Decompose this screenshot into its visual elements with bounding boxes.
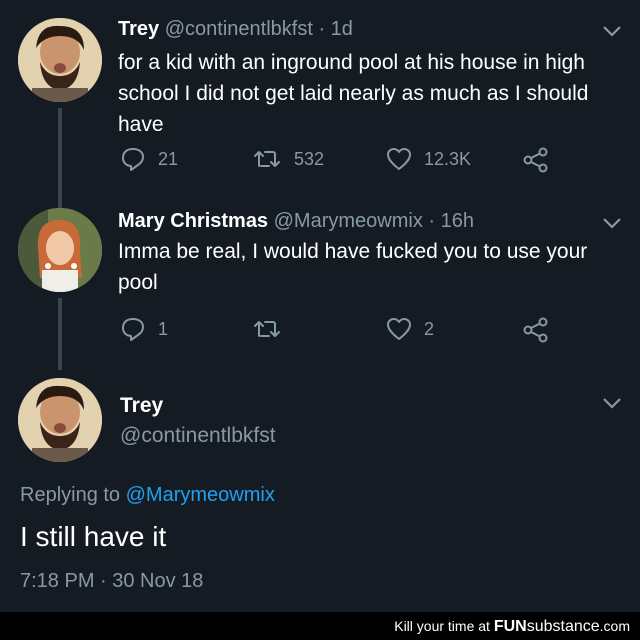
watermark-prefix: Kill your time at bbox=[394, 618, 490, 634]
heart-icon bbox=[387, 148, 411, 170]
reply-icon bbox=[122, 148, 144, 171]
watermark-brand-com: .com bbox=[599, 618, 630, 634]
tweet-timestamp[interactable]: 7:18 PM · 30 Nov 18 bbox=[20, 570, 203, 593]
replying-to: Replying to @Marymeowmix bbox=[20, 484, 275, 507]
tweet-text: for a kid with an inground pool at his h… bbox=[118, 51, 589, 136]
watermark-brand-substance: substance bbox=[526, 618, 600, 635]
tweet1-header: Trey @continentlbkfst · 1d bbox=[118, 16, 353, 42]
watermark-brand-fun: FUN bbox=[493, 618, 527, 635]
replying-prefix: Replying to bbox=[20, 484, 121, 506]
like-count: 2 bbox=[424, 318, 435, 339]
thread-line bbox=[58, 108, 62, 208]
avatar-trey-image bbox=[18, 18, 102, 102]
replying-to-link[interactable]: @Marymeowmix bbox=[126, 484, 275, 506]
thread-line bbox=[58, 298, 62, 370]
retweet-icon bbox=[254, 151, 280, 167]
like-button[interactable]: 12.3K bbox=[386, 146, 471, 172]
chevron-down-icon[interactable] bbox=[602, 24, 622, 42]
watermark-bar: Kill your time at FUNsubstance.com bbox=[0, 612, 640, 640]
retweet-button[interactable]: 532 bbox=[252, 146, 324, 172]
avatar-mary-image bbox=[18, 208, 102, 292]
reply-icon bbox=[122, 318, 144, 341]
avatar-mary[interactable] bbox=[18, 208, 102, 292]
share-icon bbox=[523, 147, 548, 173]
retweet-count: 532 bbox=[294, 148, 325, 169]
chevron-down-icon[interactable] bbox=[602, 396, 622, 414]
avatar-trey[interactable] bbox=[18, 378, 102, 462]
tweet-time[interactable]: · 1d bbox=[318, 18, 352, 40]
like-count: 12.3K bbox=[424, 148, 472, 169]
reply-count: 1 bbox=[158, 318, 169, 339]
author-name[interactable]: Mary Christmas bbox=[118, 210, 268, 232]
author-handle[interactable]: @Marymeowmix bbox=[274, 210, 423, 232]
watermark-text: Kill your time at FUNsubstance.com bbox=[394, 618, 630, 636]
heart-icon bbox=[387, 318, 411, 340]
reply-button[interactable]: 1 bbox=[120, 316, 168, 342]
share-icon bbox=[523, 317, 548, 343]
reply-count: 21 bbox=[158, 148, 179, 169]
avatar-trey[interactable] bbox=[18, 18, 102, 102]
tweet-text: I still have it bbox=[20, 521, 167, 552]
author-handle[interactable]: @continentlbkfst bbox=[120, 424, 276, 448]
chevron-down-icon[interactable] bbox=[602, 216, 622, 234]
share-button[interactable] bbox=[522, 146, 562, 174]
author-handle[interactable]: @continentlbkfst bbox=[165, 18, 313, 40]
retweet-button[interactable] bbox=[252, 316, 294, 342]
tweet-time[interactable]: · 16h bbox=[428, 210, 474, 232]
author-name[interactable]: Trey bbox=[120, 394, 163, 418]
retweet-icon bbox=[254, 321, 280, 337]
tweet-text: Imma be real, I would have fucked you to… bbox=[118, 240, 588, 294]
avatar-trey-image bbox=[18, 378, 102, 462]
reply-button[interactable]: 21 bbox=[120, 146, 178, 172]
author-name[interactable]: Trey bbox=[118, 18, 159, 40]
tweet2-header: Mary Christmas @Marymeowmix · 16h bbox=[118, 208, 474, 234]
share-button[interactable] bbox=[522, 316, 562, 344]
like-button[interactable]: 2 bbox=[386, 316, 434, 342]
